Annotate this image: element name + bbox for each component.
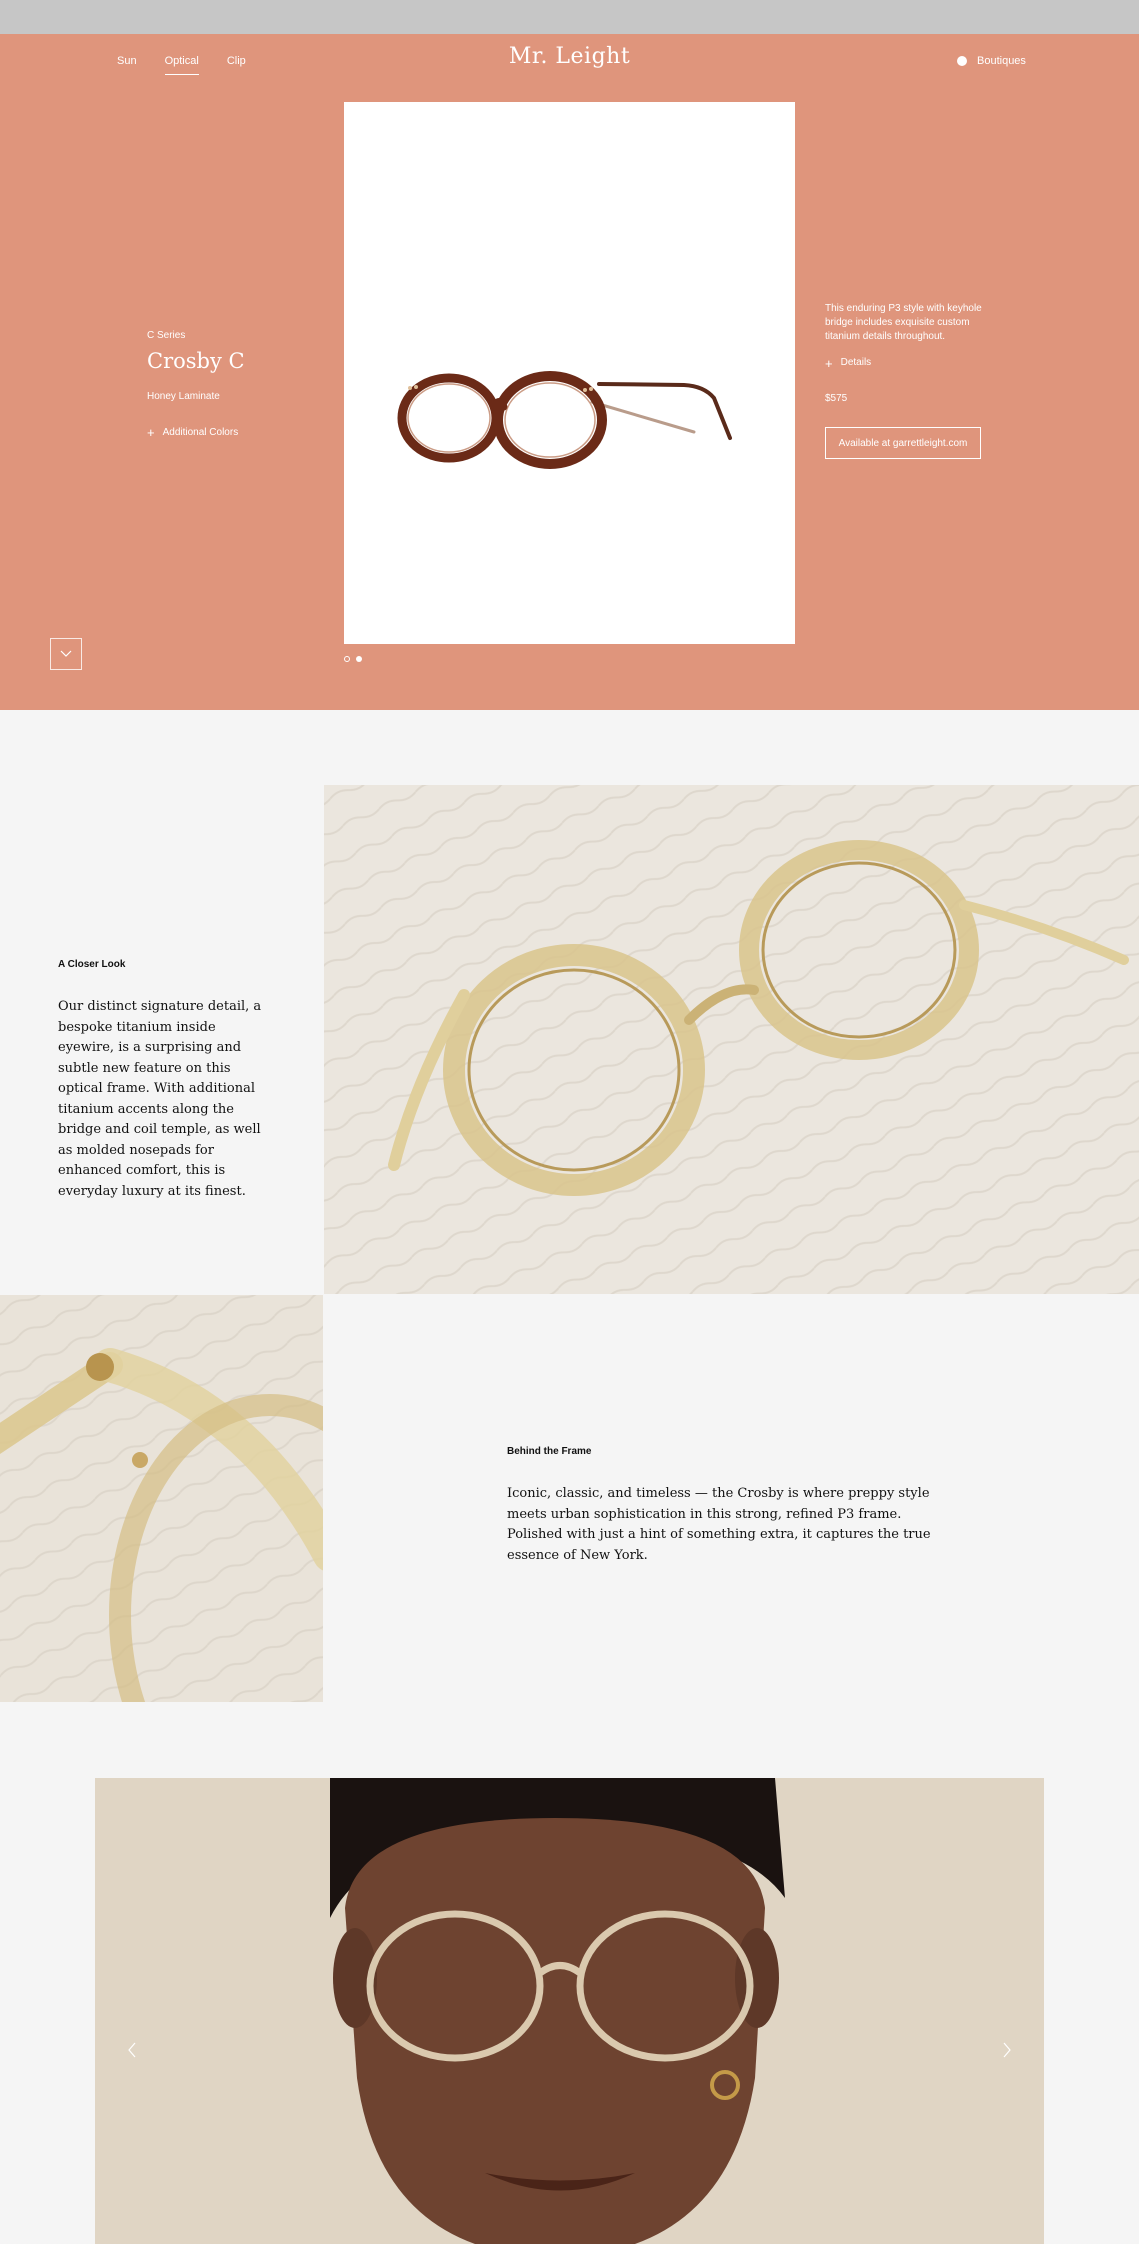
image-pager [344, 656, 362, 662]
behind-frame-title: Behind the Frame [507, 1446, 592, 1457]
closer-look-section: A Closer Look Our distinct signature det… [58, 959, 268, 1202]
behind-frame-body: Iconic, classic, and timeless — the Cros… [507, 1486, 931, 1563]
behind-frame-section: Behind the Frame Iconic, classic, and ti… [507, 1446, 947, 1566]
closer-look-body: Our distinct signature detail, a bespoke… [58, 999, 262, 1199]
boutiques-link[interactable]: Boutiques [957, 55, 1026, 67]
carousel-prev-button[interactable] [122, 2038, 142, 2062]
product-series: C Series [147, 330, 186, 341]
scroll-down-button[interactable] [50, 638, 82, 670]
details-label: Details [840, 357, 872, 368]
product-variant: Honey Laminate [147, 391, 220, 402]
closer-look-title: A Closer Look [58, 959, 126, 970]
pager-dot[interactable] [344, 656, 350, 662]
additional-colors-label: Additional Colors [162, 427, 239, 438]
additional-colors-toggle[interactable]: + Additional Colors [147, 426, 245, 439]
chevron-left-icon [128, 2042, 136, 2058]
product-price: $575 [825, 393, 848, 404]
carousel-next-button[interactable] [997, 2038, 1017, 2062]
available-at-button[interactable]: Available at garrettleight.com [825, 427, 981, 459]
glasses-product-image [397, 371, 732, 469]
hinge-detail-image [0, 1295, 323, 1702]
plus-icon: + [147, 425, 155, 440]
closer-look-image [324, 785, 1139, 1294]
chevron-down-icon [60, 650, 72, 657]
details-toggle[interactable]: + Details [825, 356, 990, 370]
plus-icon: + [825, 355, 833, 371]
product-name: Crosby C [147, 349, 245, 373]
chevron-right-icon [1003, 2042, 1011, 2058]
boutiques-label: Boutiques [977, 55, 1026, 67]
pager-dot-active[interactable] [356, 656, 362, 662]
browser-top-strip [0, 0, 1139, 34]
product-info: C Series Crosby C Honey Laminate + Addit… [147, 330, 245, 439]
location-dot-icon [957, 56, 967, 66]
product-details-panel: This enduring P3 style with keyhole brid… [825, 302, 990, 459]
product-description: This enduring P3 style with keyhole brid… [825, 303, 982, 342]
product-image-card [344, 102, 795, 644]
model-portrait-image [95, 1778, 1044, 2244]
